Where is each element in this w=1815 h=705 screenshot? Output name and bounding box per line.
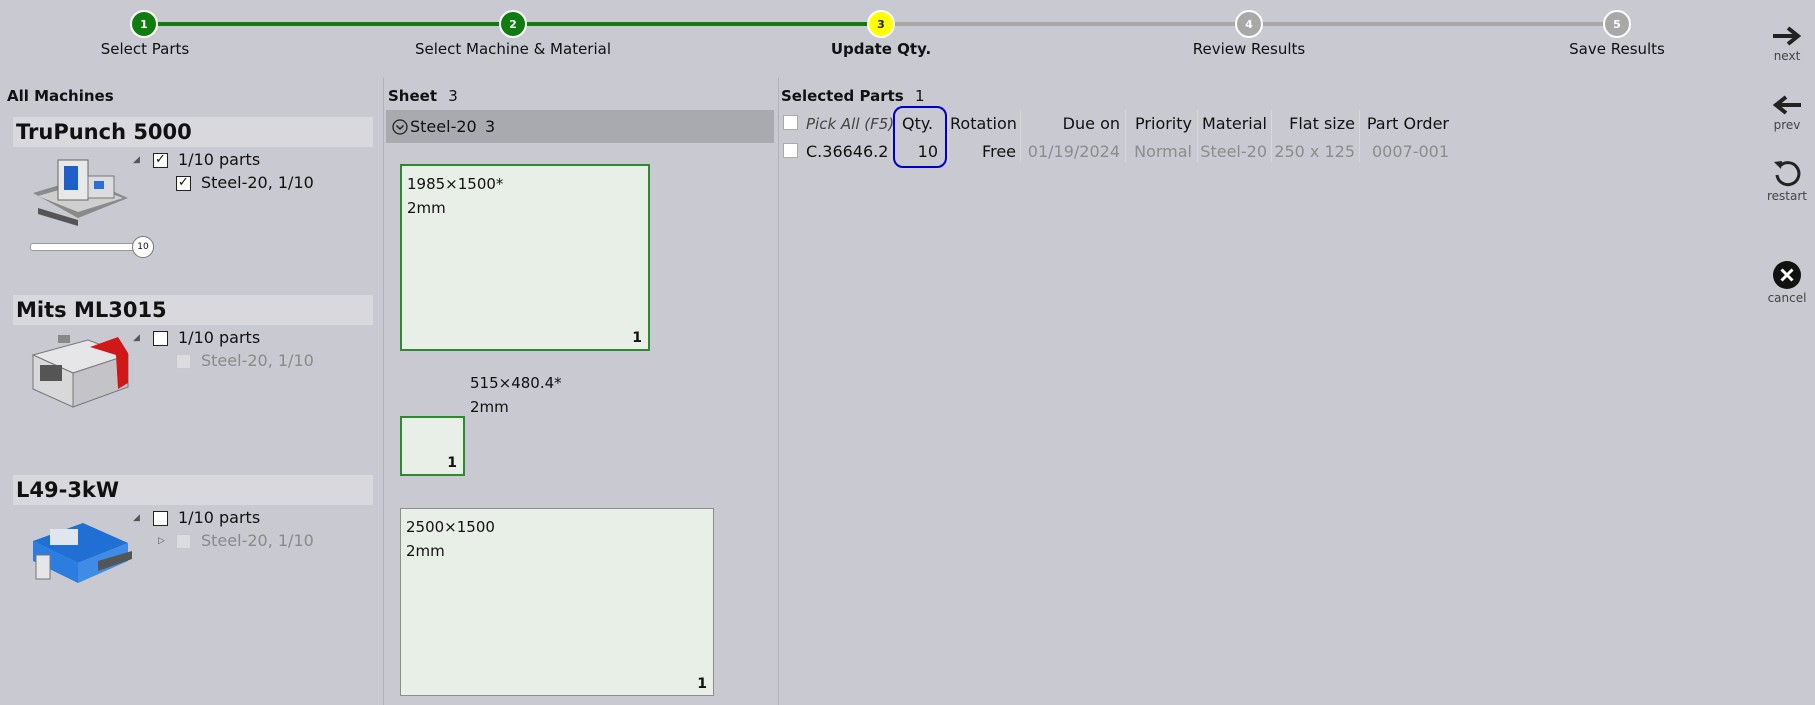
prev-button[interactable]: prev: [1762, 93, 1812, 132]
sheet-count: 1: [447, 455, 457, 471]
arrow-right-icon: [1773, 26, 1802, 46]
step-5-label: Save Results: [1569, 40, 1665, 58]
machine-image-mits: [31, 335, 130, 408]
sheet-card[interactable]: 1985×1500* 2mm 1: [400, 164, 650, 351]
prev-label: prev: [1773, 118, 1801, 132]
cell-due-on: 01/19/2024: [1027, 142, 1120, 161]
sheet-group-steel-20[interactable]: Steel-20 3: [386, 110, 774, 143]
collapsed-triangle-icon[interactable]: ▷: [158, 536, 165, 546]
step-5-circle[interactable]: 5: [1603, 10, 1631, 38]
sheet-thickness: 2mm: [406, 542, 445, 560]
machine-1-material-label: Steel-20, 1/10: [201, 173, 314, 192]
column-header-rotation[interactable]: Rotation: [950, 112, 1017, 136]
close-circle-icon: [1773, 261, 1801, 289]
cell-rotation[interactable]: Free: [950, 140, 1016, 164]
collapse-chevron-icon[interactable]: [392, 119, 408, 135]
pick-all-checkbox[interactable]: [783, 115, 798, 130]
expand-triangle-icon[interactable]: ◢: [133, 513, 140, 523]
machine-header-trupunch[interactable]: TruPunch 5000: [13, 117, 373, 147]
cancel-button[interactable]: cancel: [1762, 260, 1812, 305]
machine-2-parts-checkbox[interactable]: [153, 331, 168, 346]
machine-header-mits[interactable]: Mits ML3015: [13, 295, 373, 325]
machine-2-material-label: Steel-20, 1/10: [201, 351, 314, 370]
sheet-size: 2500×1500: [406, 518, 495, 536]
machine-3-material-checkbox: [176, 534, 191, 549]
next-button[interactable]: next: [1762, 24, 1812, 63]
divider-machines-sheets: [383, 78, 384, 705]
sheet-size: 515×480.4*: [470, 374, 562, 392]
step-2-circle[interactable]: 2: [499, 10, 527, 38]
machine-1-slider-thumb[interactable]: 10: [132, 236, 154, 258]
sheet-thickness: 2mm: [470, 398, 509, 416]
expand-triangle-icon[interactable]: ◢: [133, 155, 140, 165]
arrow-left-icon: [1772, 95, 1801, 115]
sheet-thickness: 2mm: [407, 199, 446, 217]
expand-triangle-icon[interactable]: ◢: [133, 333, 140, 343]
cell-priority: Normal: [1134, 142, 1192, 161]
machine-header-l49[interactable]: L49-3kW: [13, 475, 373, 505]
restart-icon: [1774, 161, 1801, 187]
machine-1-material-checkbox[interactable]: ✓: [176, 176, 191, 191]
machine-image-l49: [33, 523, 132, 583]
restart-button[interactable]: restart: [1762, 158, 1812, 203]
step-2-label: Select Machine & Material: [414, 40, 612, 58]
machine-1-parts-label: 1/10 parts: [178, 150, 261, 169]
step-3-circle[interactable]: 3: [867, 10, 895, 38]
sheet-count: 1: [632, 330, 642, 346]
cell-part-order: 0007-001: [1371, 142, 1449, 161]
column-header-part-order[interactable]: Part Order: [1361, 112, 1449, 136]
column-header-pick-all[interactable]: Pick All (F5): [806, 112, 894, 136]
step-4-circle[interactable]: 4: [1235, 10, 1263, 38]
sheet-count: 1: [697, 676, 707, 692]
column-header-priority[interactable]: Priority: [1127, 112, 1192, 136]
sheets-count: 3: [448, 87, 458, 105]
cancel-label: cancel: [1767, 291, 1807, 305]
step-4-label: Review Results: [1192, 40, 1306, 58]
machine-3-material-label: Steel-20, 1/10: [201, 531, 314, 550]
machine-2-parts-label: 1/10 parts: [178, 328, 261, 347]
restart-label: restart: [1766, 189, 1807, 203]
column-header-due-on[interactable]: Due on: [1022, 112, 1120, 136]
cell-material: Steel-20: [1200, 142, 1267, 161]
machine-1-slider[interactable]: [30, 243, 142, 251]
step-1-label: Select Parts: [100, 40, 190, 58]
machine-image-trupunch: [33, 159, 128, 226]
sheet-card[interactable]: 2500×1500 2mm 1: [400, 508, 714, 696]
sheets-panel-title: Sheet 3: [388, 87, 458, 105]
column-header-material[interactable]: Material: [1199, 112, 1267, 136]
sheet-group-label: Steel-20: [410, 117, 477, 136]
machine-3-parts-label: 1/10 parts: [178, 508, 261, 527]
machine-1-parts-checkbox[interactable]: ✓: [153, 153, 168, 168]
parts-panel-title: Selected Parts 1: [781, 87, 925, 105]
cell-flat-size: 250 x 125: [1274, 142, 1355, 161]
parts-count: 1: [914, 87, 925, 105]
sheet-size: 1985×1500*: [407, 175, 504, 193]
next-label: next: [1773, 49, 1801, 63]
column-header-flat-size[interactable]: Flat size: [1273, 112, 1355, 136]
machine-2-material-checkbox: [176, 354, 191, 369]
step-1-circle[interactable]: 1: [130, 10, 158, 38]
cell-part: C.36646.2: [806, 142, 889, 161]
divider-sheets-parts: [778, 78, 779, 705]
sheet-2-dimensions: 515×480.4* 2mm: [470, 371, 562, 419]
sheet-card[interactable]: 1: [400, 416, 465, 476]
step-3-label: Update Qty.: [830, 40, 932, 58]
sheet-group-count: 3: [485, 117, 496, 136]
machines-panel-title: All Machines: [7, 87, 114, 105]
row-select-checkbox[interactable]: [783, 143, 798, 158]
qty-column-highlight: [893, 106, 947, 168]
machine-3-parts-checkbox[interactable]: [153, 511, 168, 526]
